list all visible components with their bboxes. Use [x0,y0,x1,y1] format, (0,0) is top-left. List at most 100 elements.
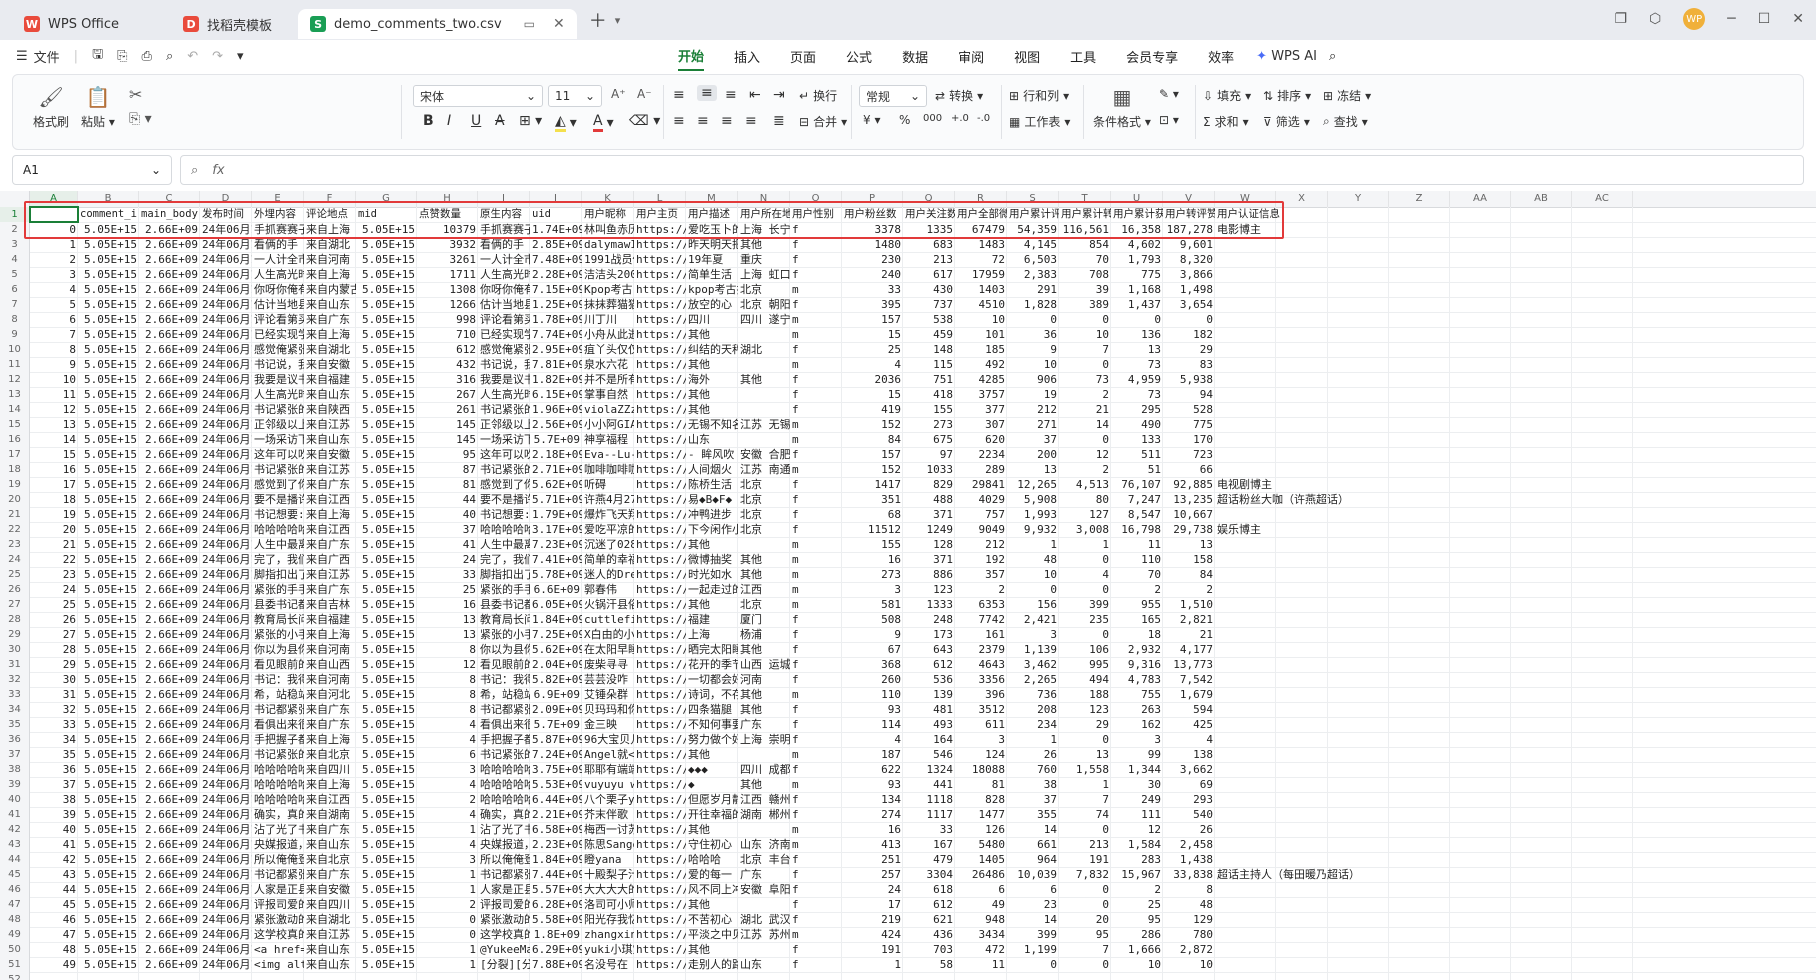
data-cell[interactable]: 955 [1111,597,1163,612]
data-cell[interactable]: 小小阿GIAC [582,417,634,432]
data-cell[interactable]: 13 [1007,462,1059,477]
wrap-button[interactable]: ↵ 换行 [799,87,837,104]
data-cell[interactable]: 24年06月1 [200,612,252,627]
data-cell[interactable]: 不知何事要 [686,717,738,732]
data-cell[interactable]: https://we [634,867,686,882]
align-right-icon[interactable]: ≡ [721,113,733,129]
formula-input[interactable]: ⌕ fx [180,155,1804,185]
data-cell[interactable]: [分裂][分裂 [478,957,530,972]
data-cell[interactable]: 教育局长问 [252,612,304,627]
data-cell[interactable]: 5.05E+15 [78,612,139,627]
data-cell[interactable]: 7.15E+09 [530,282,582,297]
data-cell[interactable]: 2379 [955,642,1007,657]
data-cell[interactable]: 其他 [686,897,738,912]
data-cell[interactable]: 1,828 [1007,297,1059,312]
data-cell[interactable]: 24年06月1 [200,522,252,537]
align-left-icon[interactable]: ≡ [673,113,685,129]
data-cell[interactable]: 紧张的小手 [252,627,304,642]
data-cell[interactable]: 24年06月1 [200,267,252,282]
data-cell[interactable]: 1,199 [1007,942,1059,957]
maximize-icon[interactable]: ☐ [1758,11,1771,27]
row-header-46[interactable]: 46 [0,882,30,897]
data-cell[interactable]: 17 [30,477,78,492]
data-cell[interactable]: https://we [634,957,686,972]
data-cell[interactable]: 267 [417,387,478,402]
data-cell[interactable]: https://we [634,507,686,522]
data-cell[interactable]: 央媒报道， [478,837,530,852]
data-cell[interactable]: 来自湖南 [304,807,356,822]
data-cell[interactable]: 30 [30,672,78,687]
data-cell[interactable]: 5.05E+15 [356,552,417,567]
data-cell[interactable]: 68 [842,507,903,522]
data-cell[interactable]: 8 [1163,882,1215,897]
data-cell[interactable]: m [790,567,842,582]
data-cell[interactable]: 49 [30,957,78,972]
row-header-42[interactable]: 42 [0,822,30,837]
data-cell[interactable]: 郭春伟 [582,582,634,597]
data-cell[interactable]: 紧张激动的 [478,912,530,927]
data-cell[interactable]: 389 [1059,297,1111,312]
data-cell[interactable]: 5.71E+09 [530,492,582,507]
data-cell[interactable]: 5.05E+15 [356,537,417,552]
data-cell[interactable]: 251 [842,852,903,867]
format-painter-button[interactable]: 🖌 格式刷 [33,85,69,130]
data-cell[interactable] [1215,462,1515,477]
data-cell[interactable]: f [790,252,842,267]
data-cell[interactable]: m [790,327,842,342]
data-cell[interactable]: 5.53E+09 [530,777,582,792]
data-cell[interactable]: 1,558 [1059,762,1111,777]
data-cell[interactable]: 399 [1059,597,1111,612]
data-cell[interactable]: 49 [955,897,1007,912]
row-header-8[interactable]: 8 [0,312,30,327]
row-header-47[interactable]: 47 [0,897,30,912]
data-cell[interactable]: 来自湖北 [304,912,356,927]
data-cell[interactable]: 8,320 [1163,252,1215,267]
data-cell[interactable]: 哈哈哈哈哈 [252,792,304,807]
data-cell[interactable]: 24年06月1 [200,252,252,267]
data-cell[interactable]: 24年06月1 [200,837,252,852]
avatar[interactable]: WP [1683,8,1706,30]
data-cell[interactable]: 来自广西 [304,552,356,567]
data-cell[interactable]: 2.66E+09 [139,417,200,432]
data-cell[interactable]: 5.05E+15 [78,507,139,522]
data-cell[interactable]: 5.05E+15 [356,747,417,762]
data-cell[interactable]: 5.05E+15 [356,822,417,837]
data-cell[interactable]: 1 [417,942,478,957]
data-cell[interactable]: 5.05E+15 [78,312,139,327]
data-cell[interactable]: 书记紧张的 [478,462,530,477]
data-cell[interactable]: 69 [1163,777,1215,792]
data-cell[interactable]: 其他 [686,387,738,402]
data-cell[interactable]: 3932 [417,237,478,252]
data-cell[interactable] [1215,927,1515,942]
data-cell[interactable]: 5.05E+15 [78,747,139,762]
convert-button[interactable]: ⇄ 转换 ▾ [935,87,983,104]
font-color-icon[interactable]: A ▾ [593,113,614,132]
data-cell[interactable]: 正邻级以上 [478,417,530,432]
font-size-select[interactable]: 11 ⌄ [548,85,602,107]
data-cell[interactable]: 1.8E+09 [530,927,582,942]
data-cell[interactable] [1215,237,1515,252]
data-cell[interactable]: 来自北京 [304,747,356,762]
data-cell[interactable]: 四川 遂宁 [738,312,790,327]
cell-style-icon[interactable]: ✎ ▾ [1159,87,1179,101]
data-cell[interactable]: 886 [903,567,955,582]
data-cell[interactable]: 超话主持人（每田暖乃超话） [1215,867,1515,882]
tab-insert[interactable]: 插入 [734,43,760,70]
data-cell[interactable]: 24年06月1 [200,552,252,567]
data-cell[interactable]: 4029 [955,492,1007,507]
data-cell[interactable]: m [790,417,842,432]
row-header-18[interactable]: 18 [0,462,30,477]
data-cell[interactable]: 四川 [686,312,738,327]
data-cell[interactable]: 5.05E+15 [78,912,139,927]
number-format-select[interactable]: 常规 ⌄ [859,85,927,107]
data-cell[interactable]: 16 [842,552,903,567]
row-header-44[interactable]: 44 [0,852,30,867]
data-cell[interactable]: https://we [634,762,686,777]
data-cell[interactable]: 249 [1111,792,1163,807]
data-cell[interactable]: 188 [1059,687,1111,702]
data-cell[interactable]: 来自内蒙古 [304,282,356,297]
data-cell[interactable]: https://we [634,432,686,447]
data-cell[interactable]: 76,107 [1111,477,1163,492]
data-cell[interactable]: 24年06月1 [200,282,252,297]
data-cell[interactable]: https://we [634,312,686,327]
